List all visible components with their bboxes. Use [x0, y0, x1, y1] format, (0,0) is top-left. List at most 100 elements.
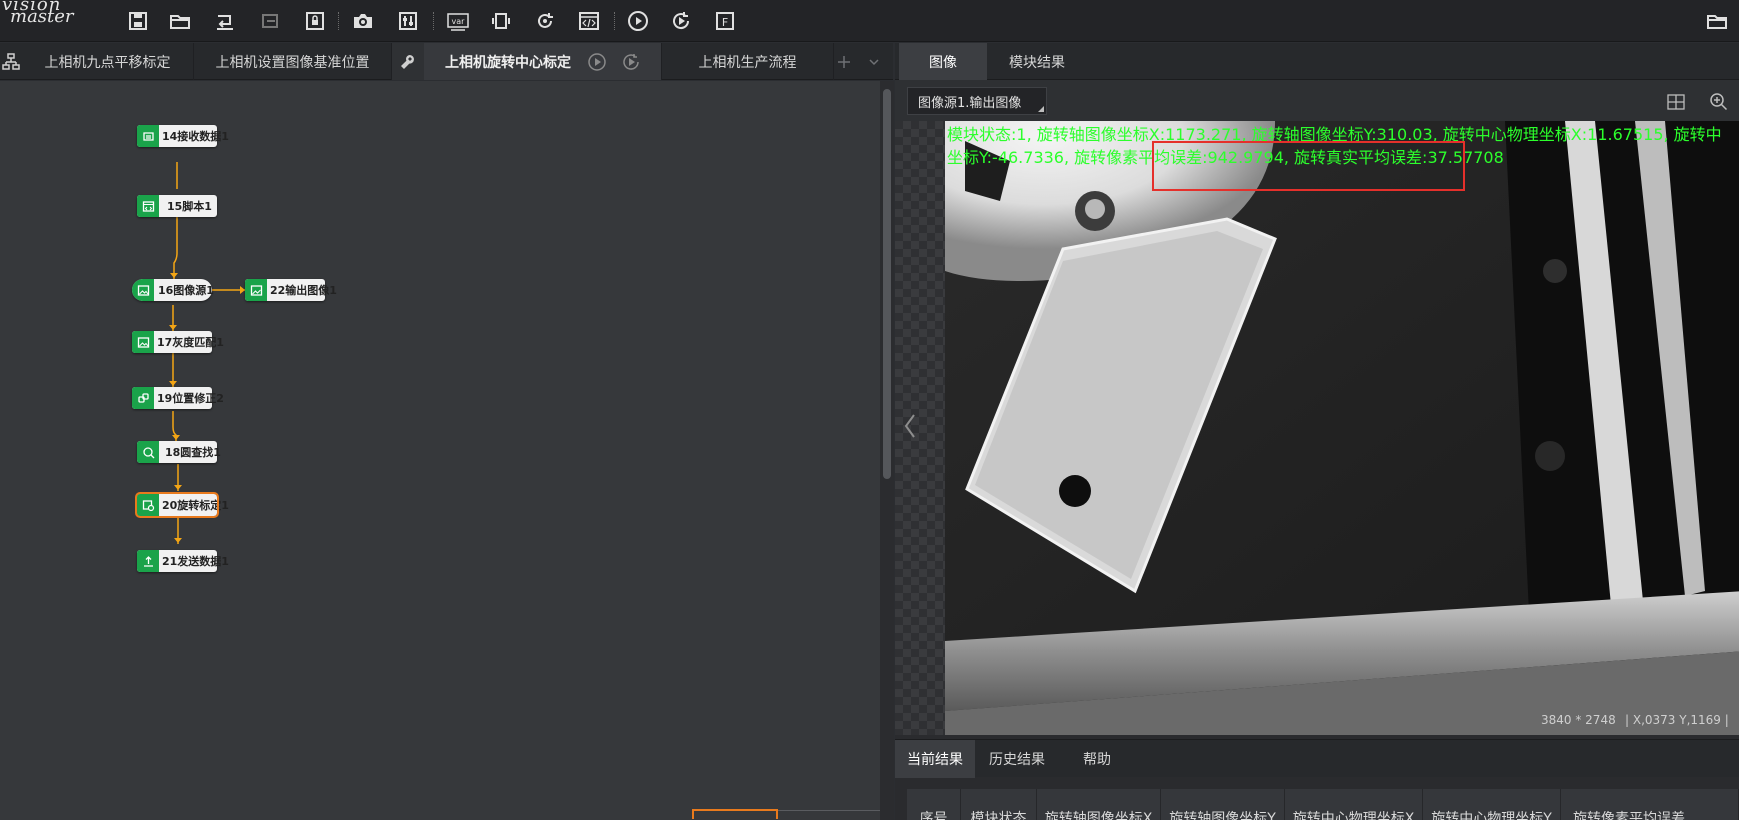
connector-arrow — [169, 325, 177, 330]
flow-node-label: 20旋转标定1 — [162, 499, 229, 512]
column-header-label: 旋转中心物理坐标Y — [1431, 811, 1552, 820]
canvas-minimap[interactable] — [692, 809, 880, 820]
image-resolution: 3840 * 2748 — [1541, 713, 1616, 727]
flow-node-output-image[interactable]: 22输出图像1 — [245, 279, 337, 301]
process-tree-icon[interactable] — [0, 43, 22, 80]
tab-flow-image-baseline[interactable]: 上相机设置图像基准位置 — [194, 43, 392, 80]
flow-node-gray-match[interactable]: 17灰度匹配1 — [132, 331, 224, 353]
tab-history-result[interactable]: 历史结果 — [975, 740, 1059, 778]
zoom-in-icon[interactable] — [1709, 92, 1729, 116]
toolbar-separator — [338, 12, 339, 30]
image-icon — [132, 331, 154, 353]
column-header[interactable]: 旋转轴图像坐标Y — [1161, 789, 1285, 820]
column-header[interactable]: 旋转中心物理坐标Y — [1423, 789, 1561, 820]
column-header[interactable]: 旋转轴图像坐标X — [1037, 789, 1161, 820]
script-icon[interactable] — [576, 8, 602, 34]
flow-node-script[interactable]: 15脚本1 — [137, 195, 217, 217]
camera-image — [945, 121, 1739, 735]
frame-icon[interactable]: F — [712, 8, 738, 34]
chevron-down-icon[interactable] — [862, 43, 886, 80]
variable-icon-label: var — [452, 17, 466, 26]
flow-node-receive-data[interactable]: 14接收数据1 — [137, 125, 229, 147]
column-header-label: 旋转轴图像坐标X — [1044, 811, 1153, 820]
scrollbar-thumb[interactable] — [883, 89, 891, 479]
open-folder-icon[interactable] — [167, 8, 193, 34]
flow-node-label: 14接收数据1 — [162, 130, 229, 143]
vision-master-window: vision master var F 上相机九点平移标定 上相机设置图像基准位… — [0, 0, 1739, 820]
right-tab-bar: 图像 模块结果 — [895, 43, 1739, 80]
minimap-viewport[interactable] — [692, 809, 778, 819]
save-icon[interactable] — [125, 8, 151, 34]
variable-icon[interactable]: var — [445, 8, 471, 34]
result-tab-bar: 当前结果 历史结果 帮助 — [895, 739, 1739, 778]
tab-run-once-icon[interactable] — [586, 43, 608, 80]
toolbar-separator — [433, 12, 434, 30]
result-panel: 图像 模块结果 图像源1.输出图像 模块状态:1, 旋转轴图像坐标X:1173.… — [895, 43, 1739, 820]
export-icon[interactable] — [257, 8, 283, 34]
flow-node-rotation-calib[interactable]: 20旋转标定1 — [135, 492, 229, 518]
column-header-label: 旋转像素平均误差 — [1573, 811, 1685, 820]
column-header-label: 模块状态 — [970, 811, 1027, 820]
column-header[interactable]: 旋转中心物理坐标X — [1285, 789, 1423, 820]
link-icon — [132, 387, 154, 409]
column-header-label: 旋转轴图像坐标Y — [1169, 811, 1276, 820]
main-toolbar: vision master var F — [0, 0, 1739, 42]
connector-arrow — [172, 435, 180, 440]
flow-node-send-data[interactable]: 21发送数据1 — [137, 550, 229, 572]
tab-run-loop-icon[interactable] — [620, 43, 642, 80]
tab-flow-production[interactable]: 上相机生产流程 — [662, 43, 834, 80]
chevron-left-icon[interactable] — [903, 411, 917, 441]
app-logo: vision master — [0, 0, 110, 40]
image-viewer[interactable]: 模块状态:1, 旋转轴图像坐标X:1173.271, 旋转轴图像坐标Y:310.… — [895, 121, 1739, 735]
flow-node-circle-find[interactable]: 18圆查找1 — [137, 441, 221, 463]
flow-node-label: 21发送数据1 — [162, 555, 229, 568]
flow-node-position-fix[interactable]: 19位置修正2 — [132, 387, 224, 409]
import-icon[interactable] — [212, 8, 238, 34]
grid-icon[interactable] — [1667, 93, 1685, 115]
tab-module-result[interactable]: 模块结果 — [987, 43, 1087, 80]
column-header[interactable]: 序号 — [907, 789, 961, 820]
flow-node-label: 22输出图像1 — [270, 284, 337, 297]
tab-help[interactable]: 帮助 — [1059, 740, 1135, 778]
frame-icon-label: F — [722, 16, 728, 29]
flow-tab-bar: 上相机九点平移标定 上相机设置图像基准位置 上相机旋转中心标定 上相机生产流程 — [0, 43, 893, 80]
highlight-box — [1152, 141, 1465, 191]
lock-icon[interactable] — [302, 8, 328, 34]
calibration-icon — [137, 494, 159, 516]
connector-arrow — [174, 538, 182, 543]
flow-node-label: 15脚本1 — [167, 200, 212, 213]
image-status-bar: 3840 * 2748 | X,0373 Y,1169 | — [895, 711, 1739, 731]
tab-flow-nine-point[interactable]: 上相机九点平移标定 — [22, 43, 194, 80]
flow-node-label: 16图像源1 — [158, 284, 214, 297]
flow-canvas[interactable]: 14接收数据1 15脚本1 16图像源1 22输出图像1 17灰度匹配1 19位… — [0, 81, 880, 820]
column-header-label: 序号 — [919, 811, 948, 820]
image-icon — [132, 279, 154, 301]
connector-arrow — [174, 485, 182, 490]
script-icon — [137, 195, 159, 217]
image-source-value: 图像源1.输出图像 — [918, 95, 1022, 111]
canvas-scrollbar[interactable] — [880, 81, 894, 820]
flow-node-label: 18圆查找1 — [165, 446, 221, 459]
folder-icon[interactable] — [1704, 8, 1730, 34]
flow-connectors — [169, 162, 246, 544]
tab-current-result[interactable]: 当前结果 — [895, 740, 975, 778]
column-header-label: 旋转中心物理坐标X — [1292, 811, 1415, 820]
tab-image[interactable]: 图像 — [899, 43, 987, 80]
sync-icon[interactable] — [532, 8, 558, 34]
camera-icon[interactable] — [350, 8, 376, 34]
flow-node-label: 17灰度匹配1 — [157, 336, 224, 349]
column-header[interactable]: 模块状态 — [961, 789, 1037, 820]
controls-icon[interactable] — [395, 8, 421, 34]
send-icon — [137, 550, 159, 572]
device-icon[interactable] — [488, 8, 514, 34]
image-source-select[interactable]: 图像源1.输出图像 — [907, 87, 1047, 115]
add-tab-icon[interactable] — [832, 43, 856, 80]
run-once-icon[interactable] — [625, 8, 651, 34]
wrench-icon[interactable] — [392, 43, 424, 80]
connector-arrow — [169, 381, 177, 386]
run-loop-icon[interactable] — [668, 8, 694, 34]
connector-arrow — [170, 273, 178, 278]
column-header[interactable]: 旋转像素平均误差 — [1561, 789, 1739, 820]
flow-node-image-source[interactable]: 16图像源1 — [132, 279, 214, 301]
flow-node-label: 19位置修正2 — [157, 392, 224, 405]
